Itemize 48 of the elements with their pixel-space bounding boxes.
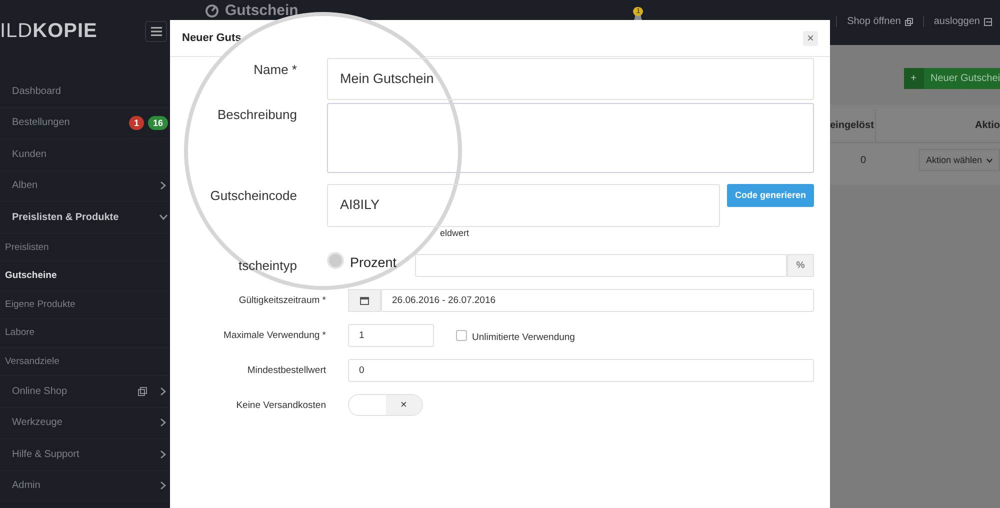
input-field[interactable] [414, 254, 787, 277]
sidebar-item-label: Alben [12, 180, 38, 192]
modal-title: Neuer Guts [182, 32, 242, 44]
table-cell-text: 0 [859, 154, 867, 166]
column-header: Aktio [975, 119, 1000, 133]
count-badge: 16 [148, 116, 168, 130]
close-button[interactable]: × [803, 30, 818, 46]
input-field[interactable]: 0 [348, 359, 814, 382]
external-link-icon [904, 18, 913, 26]
field-label: Beschreibung [216, 106, 297, 124]
toggle-switch[interactable]: × [348, 394, 423, 416]
input-field[interactable]: 1 [348, 324, 434, 347]
percent-addon: % [787, 254, 814, 277]
caret-icon [986, 158, 993, 162]
calendar-icon [360, 296, 369, 305]
sidebar-item-label: Werkzeuge [12, 417, 62, 428]
logo: ILDKOPIE [0, 20, 98, 42]
action-dropdown[interactable]: Aktion wählen [918, 149, 1000, 171]
field-label: Gutscheincode [209, 187, 297, 205]
input-field[interactable]: Mein Gutschein [327, 58, 814, 100]
radio-label: Prozent [350, 255, 397, 270]
count-badge: 1 [128, 116, 144, 130]
field-label: Maximale Verwendung * [222, 329, 326, 343]
sidebar-item-label: Admin [12, 480, 40, 492]
top-link-label[interactable]: ausloggen [934, 16, 980, 27]
field-label: Name * [252, 61, 297, 79]
sidebar-item-label: Preislisten & Produkte [12, 212, 119, 223]
sidebar-item-label: Online Shop [12, 386, 68, 397]
generate-code-button[interactable]: Code generieren [726, 184, 814, 207]
field-label: Keine Versandkosten [235, 399, 326, 413]
textarea-field[interactable] [327, 103, 814, 173]
new-voucher-button[interactable]: + Neuer Gutschei [904, 68, 1000, 89]
sidebar-item-label: Bestellungen [12, 117, 70, 128]
logout-icon [984, 18, 992, 26]
top-link-label[interactable]: Shop öffnen [847, 16, 901, 27]
input-field[interactable]: AI8ILY [327, 184, 720, 227]
field-label: Mindestbestellwert [246, 364, 326, 378]
date-range-field[interactable]: 26.06.2016 - 26.07.2016 [381, 289, 814, 312]
menu-button[interactable] [145, 20, 167, 42]
menu-icon [150, 26, 162, 36]
checkbox[interactable] [456, 330, 467, 341]
page-title: Gutschein [225, 2, 298, 19]
field-label: Gültigkeitszeitraum * [238, 294, 326, 308]
field-label: tscheintyp [237, 257, 297, 275]
sidebar-item-label: Hilfe & Support [12, 448, 80, 460]
checkbox-label: Unlimitierte Verwendung [472, 331, 575, 343]
gauge-icon [205, 4, 219, 18]
hint-text: eldwert [440, 227, 470, 239]
